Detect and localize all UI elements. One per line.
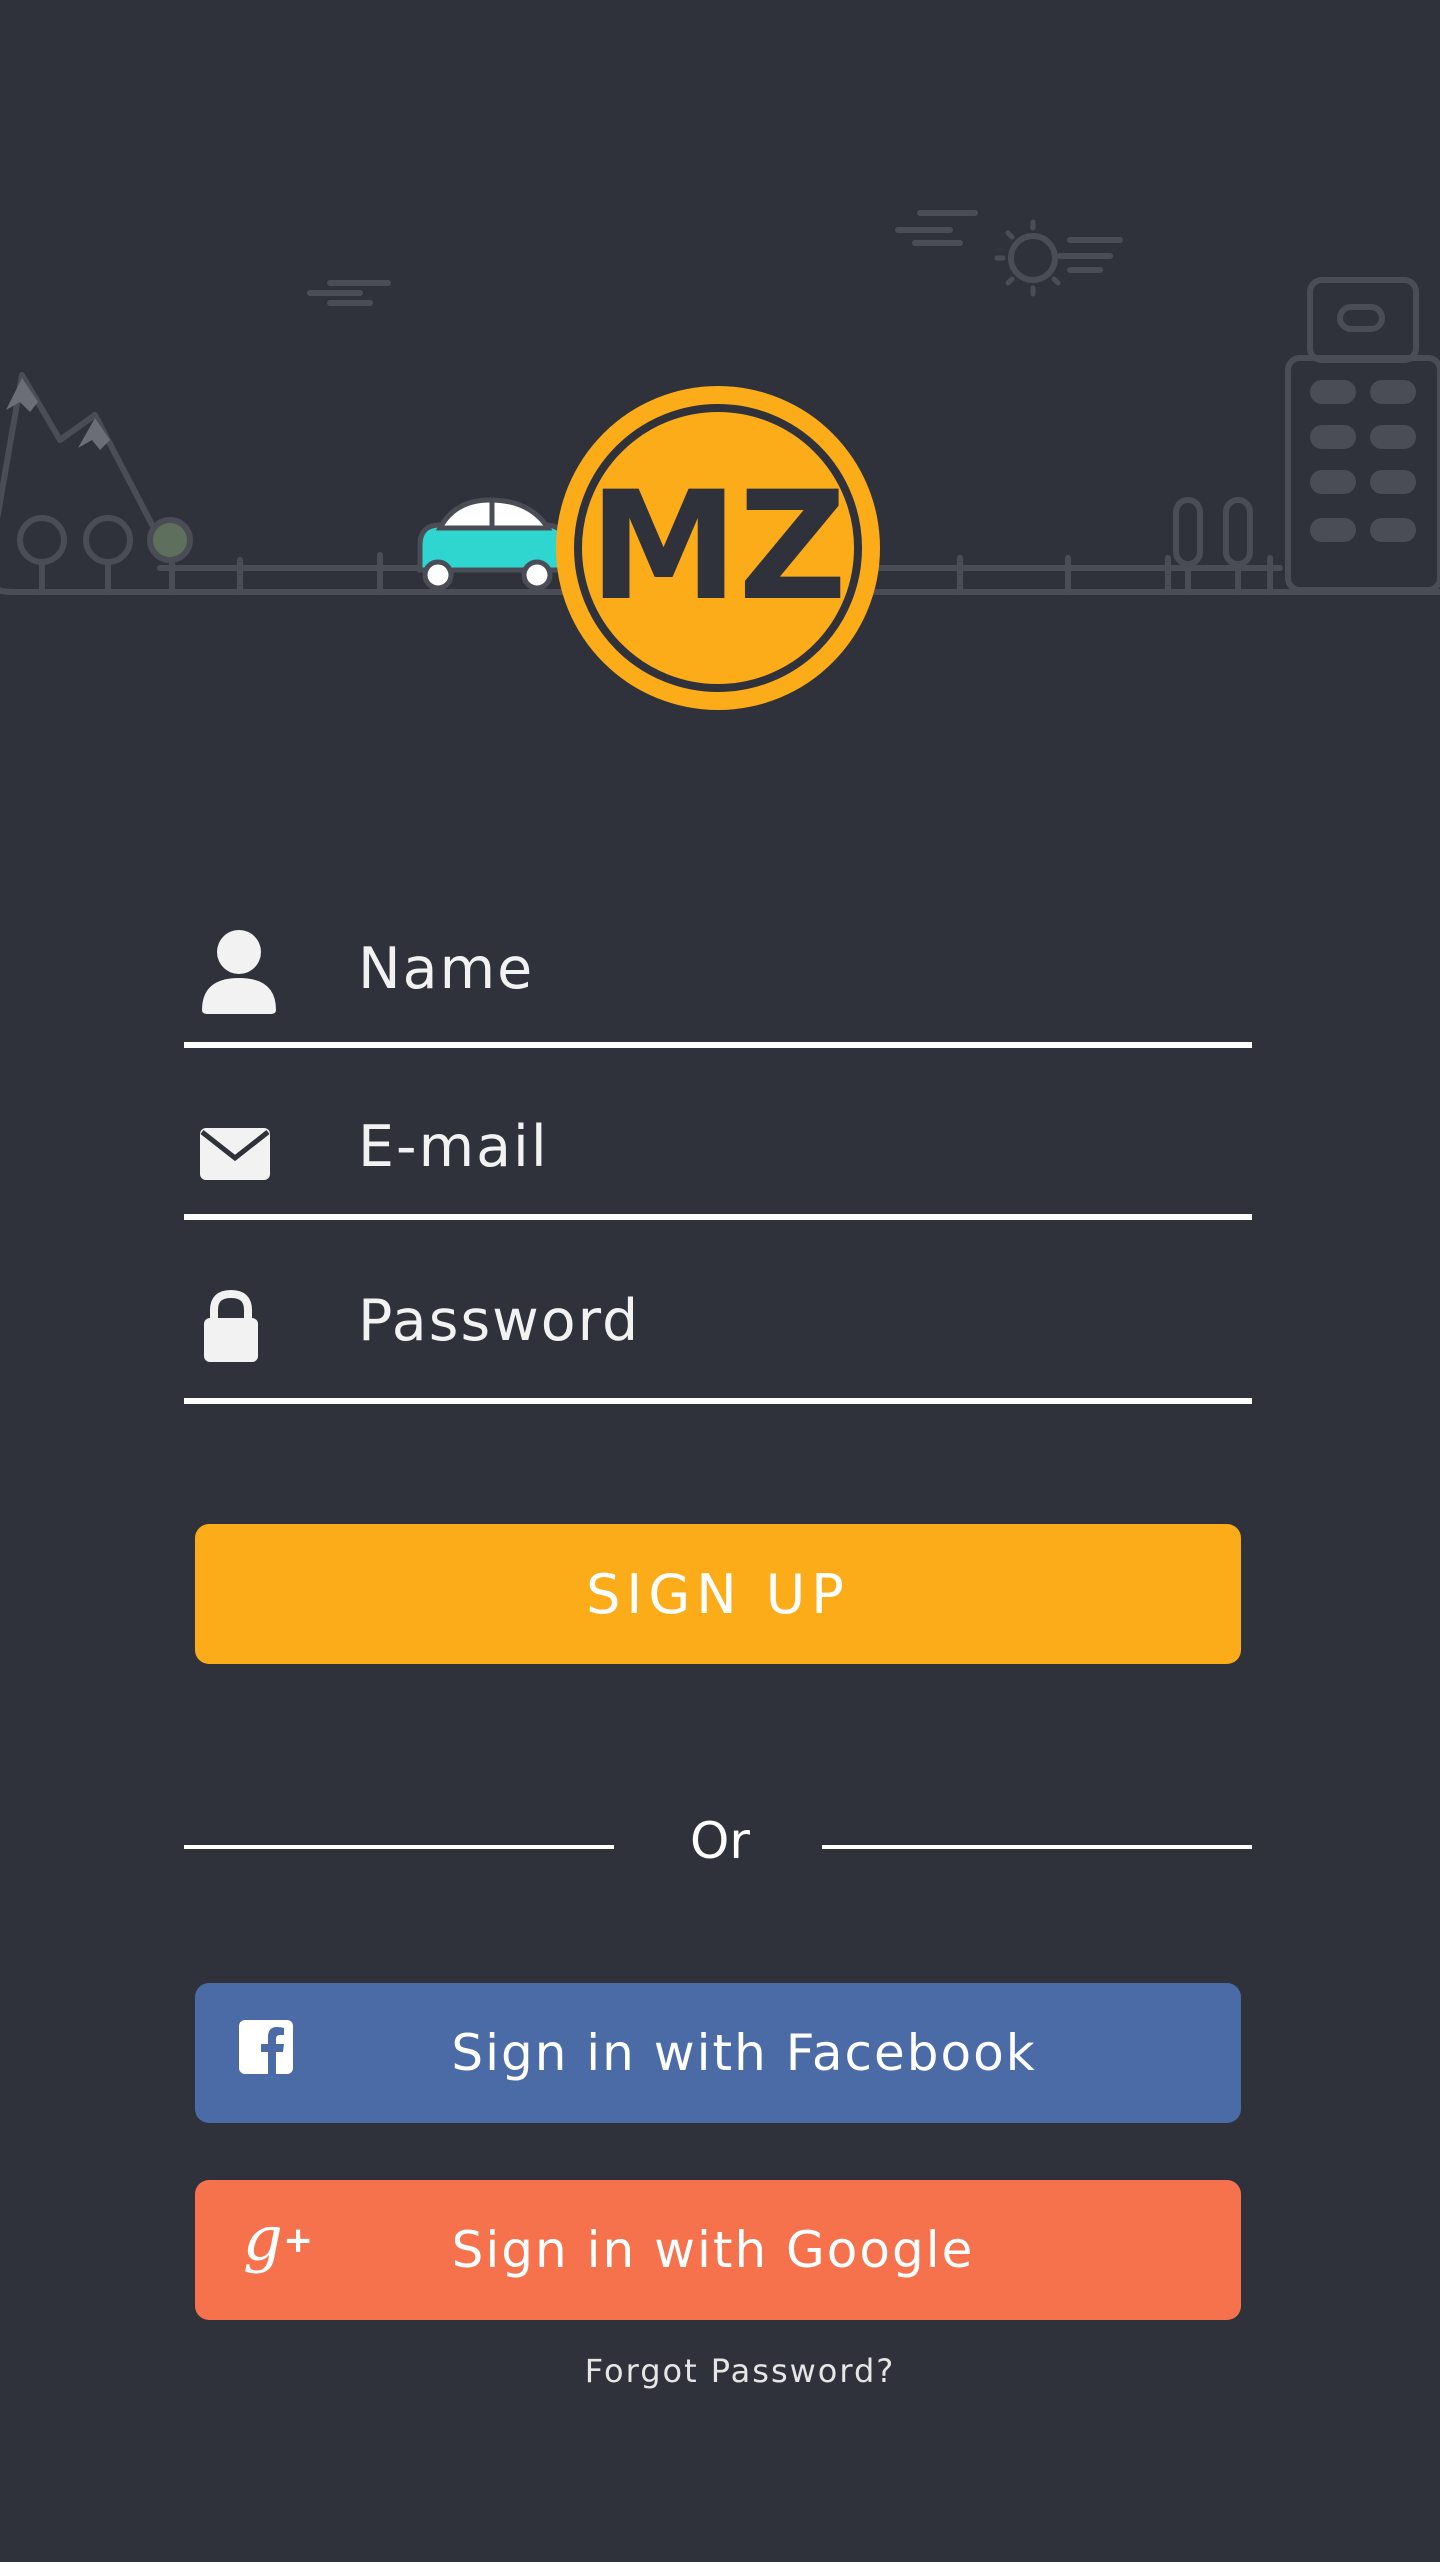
google-label: Sign in with Google (451, 2221, 975, 2279)
car-icon (417, 497, 568, 591)
svg-text:g: g (243, 2208, 285, 2275)
envelope-icon (200, 1128, 270, 1185)
email-field[interactable]: E-mail (184, 1090, 1252, 1220)
cloud (1057, 237, 1123, 273)
logo-text: MZ (589, 460, 847, 634)
forgot-password-link[interactable]: Forgot Password? (520, 2352, 960, 2390)
sun (1008, 233, 1058, 283)
password-field[interactable]: Password (184, 1262, 1252, 1404)
google-plus-icon: g + (243, 2202, 313, 2292)
or-divider-text: Or (690, 1812, 750, 1870)
name-placeholder: Name (358, 936, 535, 1002)
password-placeholder: Password (358, 1288, 641, 1354)
cloud (307, 280, 391, 306)
sign-up-button[interactable]: SIGN UP (195, 1524, 1241, 1664)
lock-icon (200, 1288, 262, 1367)
divider-line-left (184, 1845, 614, 1849)
google-sign-in-button[interactable]: g + Sign in with Google (195, 2180, 1241, 2320)
sign-up-label: SIGN UP (586, 1562, 850, 1626)
email-placeholder: E-mail (358, 1114, 549, 1180)
svg-text:+: + (283, 2220, 313, 2261)
city-skyline-illustration: MZ (0, 210, 1440, 710)
name-field[interactable]: Name (184, 900, 1252, 1048)
facebook-label: Sign in with Facebook (451, 2024, 1037, 2082)
cloud (895, 210, 978, 246)
mz-logo: MZ (556, 386, 880, 710)
facebook-icon (239, 2020, 293, 2086)
divider-line-right (822, 1845, 1252, 1849)
user-icon (200, 928, 278, 1019)
hero-illustration: MZ (0, 0, 1440, 760)
facebook-sign-in-button[interactable]: Sign in with Facebook (195, 1983, 1241, 2123)
